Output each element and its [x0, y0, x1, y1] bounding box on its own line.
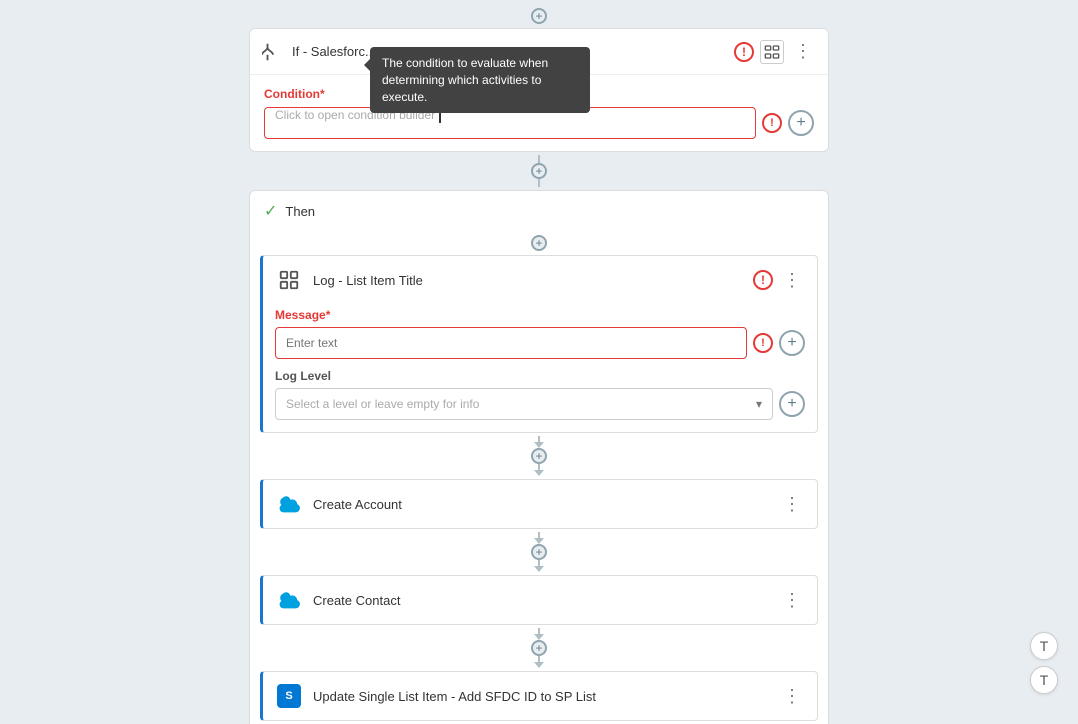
if-header: If - Salesforc... ! ⋮ [250, 29, 828, 75]
log-level-select[interactable]: Select a level or leave empty for info ▾ [275, 388, 773, 420]
message-warning-icon: ! [753, 333, 773, 353]
chevron-down-icon: ▾ [756, 397, 762, 411]
message-input[interactable] [275, 327, 747, 359]
scroll-top-btn[interactable]: T [1030, 632, 1058, 660]
create-account-step: Create Account ⋮ [260, 479, 818, 529]
update-list-title: Update Single List Item - Add SFDC ID to… [313, 689, 779, 704]
log-step-header: Log - List Item Title ! ⋮ [263, 256, 817, 304]
message-input-row: ! + [275, 327, 805, 359]
if-warning-icon: ! [734, 42, 754, 62]
log-step-title: Log - List Item Title [313, 273, 753, 288]
condition-warning-icon: ! [762, 113, 782, 133]
create-account-header: Create Account ⋮ [263, 480, 817, 528]
log-more-menu[interactable]: ⋮ [779, 268, 805, 293]
plus-icon: + [535, 10, 542, 22]
then-header: ✓ Then [250, 191, 828, 231]
update-list-step: S Update Single List Item - Add SFDC ID … [260, 671, 818, 721]
log-step-actions: ! ⋮ [753, 268, 805, 293]
log-level-label: Log Level [275, 369, 805, 383]
bottom-buttons: T T [1030, 632, 1058, 694]
salesforce-icon-account [275, 490, 303, 518]
top-add-connector[interactable]: + [531, 8, 547, 24]
convert-icon[interactable] [760, 40, 784, 64]
condition-tooltip: The condition to evaluate when determini… [370, 47, 590, 113]
create-account-more-menu[interactable]: ⋮ [779, 492, 805, 517]
check-icon: ✓ [264, 201, 277, 221]
message-add-btn[interactable]: + [779, 330, 805, 356]
log-level-row: Select a level or leave empty for info ▾… [275, 388, 805, 420]
steps-container: + Log - List I [250, 231, 828, 724]
create-contact-more-menu[interactable]: ⋮ [779, 588, 805, 613]
if-header-actions: ! ⋮ [734, 39, 816, 64]
between-steps-connector-1[interactable]: + [531, 448, 547, 464]
sharepoint-icon: S [275, 682, 303, 710]
log-step: Log - List Item Title ! ⋮ Message* [260, 255, 818, 433]
flow-container: + If - Salesforc... ! [249, 0, 829, 724]
scroll-bottom-btn[interactable]: T [1030, 666, 1058, 694]
canvas: + If - Salesforc... ! [0, 0, 1078, 724]
step-add-top[interactable]: + [531, 235, 547, 251]
create-contact-header: Create Contact ⋮ [263, 576, 817, 624]
create-account-title: Create Account [313, 497, 779, 512]
log-icon [275, 266, 303, 294]
log-step-body: Message* ! + Log Level [263, 304, 817, 432]
branch-icon [262, 41, 284, 63]
salesforce-icon-contact [275, 586, 303, 614]
plus-icon-2: + [535, 165, 542, 177]
update-list-header: S Update Single List Item - Add SFDC ID … [263, 672, 817, 720]
then-block: ✓ Then + [249, 190, 829, 724]
between-steps-connector-3[interactable]: + [531, 640, 547, 656]
if-more-menu[interactable]: ⋮ [790, 39, 816, 64]
then-title: Then [285, 204, 315, 219]
create-contact-step: Create Contact ⋮ [260, 575, 818, 625]
log-warning-icon: ! [753, 270, 773, 290]
condition-add-btn[interactable]: + [788, 110, 814, 136]
between-steps-connector-2[interactable]: + [531, 544, 547, 560]
create-contact-title: Create Contact [313, 593, 779, 608]
log-level-add-btn[interactable]: + [779, 391, 805, 417]
message-label: Message* [275, 308, 805, 322]
then-top-connector[interactable]: + [531, 163, 547, 179]
if-block: If - Salesforc... ! ⋮ [249, 28, 829, 152]
update-list-more-menu[interactable]: ⋮ [779, 684, 805, 709]
